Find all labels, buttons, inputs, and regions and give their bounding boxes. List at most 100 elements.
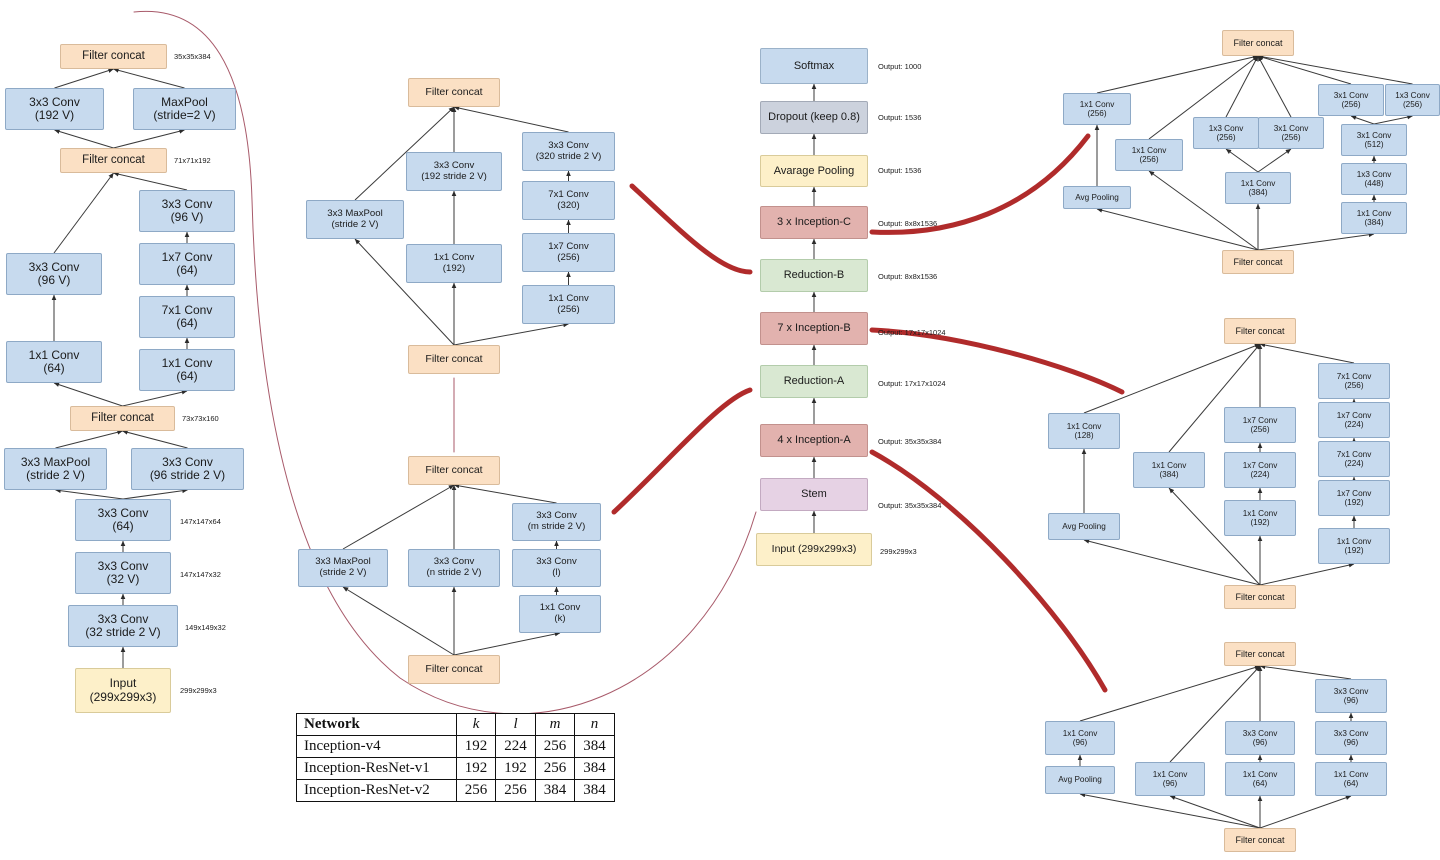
node-label-line1: 7 x Inception-B [777,322,851,335]
node-c-1x1-256b: 1x1 Conv (256) [1115,139,1183,171]
node-b-1x1-128: 1x1 Conv (128) [1048,413,1120,449]
node-s-conv96s2: 3x3 Conv (96 stride 2 V) [131,448,244,490]
node-rb-conv7x1: 7x1 Conv (320) [522,181,615,220]
node-a-avgpool: Avg Pooling [1045,766,1115,794]
node-label-line2: (192 V) [34,108,75,122]
node-label-line1: Stem [801,488,827,501]
node-label-line1: 1x3 Conv [1356,169,1392,179]
table-cell-m: 256 [534,757,576,780]
node-label-line1: Filter concat [425,352,483,365]
edge-s-maxpool3-to-s-fc-3 [55,429,123,449]
node-label-line1: 1x1 Conv [1062,728,1098,738]
node-label-line1: 1x3 Conv [1208,123,1244,133]
node-label-line1: 3x1 Conv [1273,123,1309,133]
table-cell-m: 384 [534,779,576,802]
node-b-avgpool: Avg Pooling [1048,513,1120,540]
node-label-line2: (96) [1252,738,1268,747]
node-label-line1: Filter concat [425,85,483,98]
node-label-line2: (256) [557,303,580,315]
node-c-avgpool: Avg Pooling [1063,186,1131,209]
node-label-line1: Filter concat [82,50,145,63]
edge-c-1x1-256a-to-c-fc-top [1096,54,1259,94]
table-header-cell: l [495,713,536,736]
table-row: Inception-ResNet-v1 192 192 256 384 [296,757,615,780]
node-label-line2: (256) [1139,155,1159,164]
node-label-line2: (96) [1343,738,1359,747]
node-sp-softmax: Softmax [760,48,868,84]
node-s-conv1x7: 1x7 Conv (64) [139,243,235,285]
edge-c-1x3-256r-to-c-fc-top [1257,54,1413,85]
node-c-1x1-256a: 1x1 Conv (256) [1063,93,1131,125]
edge-s-conv96v-l-to-s-fc-2 [53,172,114,254]
edge-s-conv64-to-s-conv96s2 [122,488,188,500]
dimension-label-sp-redB: Output: 8x8x1536 [878,272,938,281]
node-sp-redA: Reduction-A [760,365,868,398]
node-s-conv1x1-l: 1x1 Conv (64) [6,341,102,383]
node-label-line1: 1x7 Conv [1242,415,1278,425]
edge-ra-convm-to-ra-fc-top [453,483,557,504]
node-label-line1: 3x3 Conv [161,196,213,211]
node-b-1x1-384: 1x1 Conv (384) [1133,452,1205,488]
node-label-line2: (384) [1364,218,1384,227]
edge-c-1x1-384-to-c-1x3-256 [1225,148,1259,173]
node-b-7x1-256r: 7x1 Conv (256) [1318,363,1390,399]
node-sp-incepA: 4 x Inception-A [760,424,868,457]
node-s-conv192: 3x3 Conv (192 V) [5,88,104,130]
node-c-1x3-448: 1x3 Conv (448) [1341,163,1407,195]
node-label-line2: (stride 2 V) [331,218,379,230]
edge-s-conv64-to-s-maxpool3 [55,488,124,500]
node-label-line2: (192) [1344,546,1364,555]
node-label-line1: 3x3 Conv [433,159,475,171]
node-b-fc-bot: Filter concat [1224,585,1296,609]
node-label-line2: (256) [1087,109,1107,118]
node-label-line2: (96) [1072,738,1088,747]
node-label-line1: 7x1 Conv [1336,371,1372,381]
table-cell-l: 256 [495,779,536,802]
node-rb-conv1x7: 1x7 Conv (256) [522,233,615,272]
node-label-line2: (64) [176,263,198,277]
node-edges [51,54,1413,829]
node-label-line1: 1x7 Conv [1336,488,1372,498]
dimension-label-s-input: 299x299x3 [180,686,217,695]
node-s-conv32s2: 3x3 Conv (32 stride 2 V) [68,605,178,647]
node-label-line1: 7x1 Conv [1336,449,1372,459]
node-s-conv32v: 3x3 Conv (32 V) [75,552,171,594]
node-label-line1: Filter concat [1235,591,1285,602]
node-label-line2: (384) [1248,188,1268,197]
node-sp-incepC: 3 x Inception-C [760,206,868,239]
node-s-maxpool3: 3x3 MaxPool (stride 2 V) [4,448,107,490]
node-s-fc-3: Filter concat [70,406,175,431]
node-label-line2: (256) [1341,100,1361,109]
node-b-1x1-192: 1x1 Conv (192) [1224,500,1296,536]
node-a-3x3-96: 3x3 Conv (96) [1225,721,1295,755]
edge-b-fc-bot-to-b-avgpool [1083,538,1261,586]
node-ra-convl: 3x3 Conv (l) [512,549,601,587]
node-label-line1: 1x7 Conv [1336,410,1372,420]
node-c-1x1-384: 1x1 Conv (384) [1225,172,1291,204]
node-a-3x3-96r: 3x3 Conv (96) [1315,721,1387,755]
node-label-line1: 1x1 Conv [1242,508,1278,518]
table-row: Inception-ResNet-v2 256 256 384 384 [296,779,615,802]
node-a-1x1-64: 1x1 Conv (64) [1225,762,1295,796]
node-label-line1: 1x1 Conv [28,347,80,362]
edge-ra-fc-bot-to-ra-maxpool [342,586,455,656]
node-label-line2: (96 stride 2 V) [149,468,226,482]
node-b-fc-top: Filter concat [1224,318,1296,344]
node-label-line1: 3x3 MaxPool [327,207,383,219]
edge-c-1x3-256-to-c-fc-top [1225,55,1259,118]
node-label-line2: (stride 2 V) [319,567,367,578]
edge-s-fc-3-to-s-conv1x1-l [53,382,123,407]
node-label-line2: (l) [552,567,561,578]
node-b-7x1-224r: 7x1 Conv (224) [1318,441,1390,477]
node-label-line1: 1x7 Conv [161,249,213,264]
node-label-line2: (384) [1159,470,1179,479]
node-label-line2: (320 stride 2 V) [535,150,602,162]
node-a-fc-top: Filter concat [1224,642,1296,666]
table-cell-l: 192 [495,757,536,780]
edge-c-3x1-256r-to-c-fc-top [1257,55,1352,85]
node-rb-conv1x1b: 1x1 Conv (256) [522,285,615,324]
edge-s-fc-2-to-s-maxpool2 [113,128,185,149]
node-label-line1: Avg Pooling [1062,521,1106,531]
edge-b-fc-bot-to-b-1x1-192r [1259,562,1355,586]
node-label-line2: (n stride 2 V) [426,567,482,578]
